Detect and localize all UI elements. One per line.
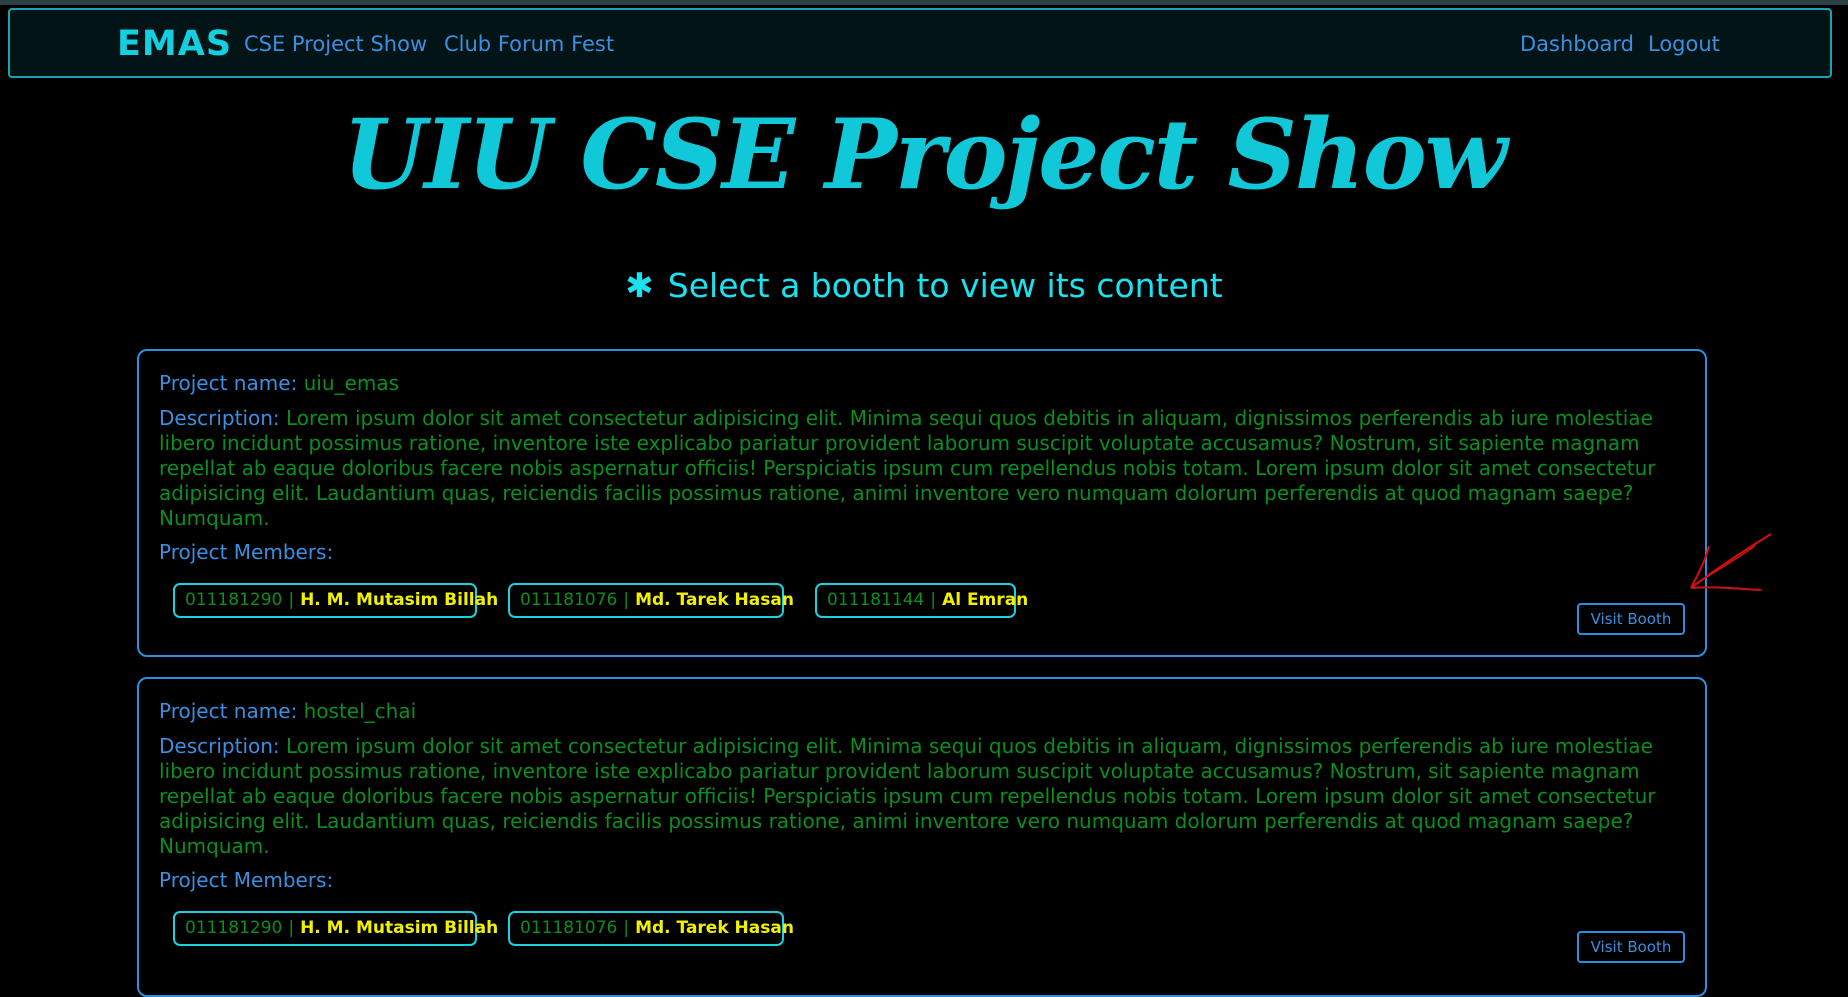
- project-members-label: Project Members:: [159, 868, 334, 892]
- project-name-line: Project name: uiu_emas: [159, 371, 399, 395]
- description-label: Description: [159, 734, 273, 758]
- member-chip: 011181290 | H. M. Mutasim Billah: [173, 583, 498, 618]
- project-description: Description: Lorem ipsum dolor sit amet …: [159, 406, 1656, 530]
- member-id: 011181076: [520, 918, 618, 938]
- navbar: EMAS CSE Project Show Club Forum Fest Da…: [8, 8, 1832, 78]
- project-name-label: Project name: [159, 699, 291, 723]
- member-chip: 011181076 | Md. Tarek Hasan: [508, 911, 794, 946]
- member-id: 011181290: [185, 918, 283, 938]
- member-name: Md. Tarek Hasan: [635, 590, 794, 610]
- member-name: H. M. Mutasim Billah: [300, 918, 499, 938]
- project-name-value: hostel_chai: [303, 699, 417, 723]
- project-name-value: uiu_emas: [303, 371, 399, 395]
- member-id: 011181290: [185, 590, 283, 610]
- nav-link-cse-project-show[interactable]: CSE Project Show: [244, 32, 427, 56]
- subheading: ✱ Select a booth to view its content: [0, 266, 1848, 306]
- project-name-label: Project name: [159, 371, 291, 395]
- window-top-border: [0, 0, 1848, 5]
- member-chip: 011181076 | Md. Tarek Hasan: [508, 583, 794, 618]
- member-chip: 011181144 | Al Emran: [815, 583, 1028, 618]
- project-description: Description: Lorem ipsum dolor sit amet …: [159, 734, 1656, 858]
- nav-link-club-forum-fest[interactable]: Club Forum Fest: [444, 32, 614, 56]
- description-label: Description: [159, 406, 273, 430]
- visit-booth-button[interactable]: Visit Booth: [1577, 603, 1685, 635]
- member-name: Al Emran: [942, 590, 1029, 610]
- description-text: Lorem ipsum dolor sit amet consectetur a…: [159, 406, 1656, 530]
- brand-logo[interactable]: EMAS: [117, 24, 232, 64]
- visit-booth-button[interactable]: Visit Booth: [1577, 931, 1685, 963]
- description-text: Lorem ipsum dolor sit amet consectetur a…: [159, 734, 1656, 858]
- member-name: Md. Tarek Hasan: [635, 918, 794, 938]
- asterisk-icon: ✱: [625, 266, 654, 306]
- project-card: Project name: uiu_emas Description: Lore…: [137, 349, 1707, 657]
- subheading-text: Select a booth to view its content: [667, 266, 1223, 305]
- project-name-line: Project name: hostel_chai: [159, 699, 417, 723]
- member-id: 011181144: [827, 590, 925, 610]
- red-arrow-icon: [1690, 533, 1772, 591]
- project-members-label: Project Members:: [159, 540, 334, 564]
- member-chip: 011181290 | H. M. Mutasim Billah: [173, 911, 498, 946]
- page-title: UIU CSE Project Show: [342, 98, 1508, 211]
- member-name: H. M. Mutasim Billah: [300, 590, 499, 610]
- member-id: 011181076: [520, 590, 618, 610]
- project-card: Project name: hostel_chai Description: L…: [137, 677, 1707, 997]
- nav-link-dashboard[interactable]: Dashboard: [1520, 32, 1634, 56]
- nav-link-logout[interactable]: Logout: [1648, 32, 1720, 56]
